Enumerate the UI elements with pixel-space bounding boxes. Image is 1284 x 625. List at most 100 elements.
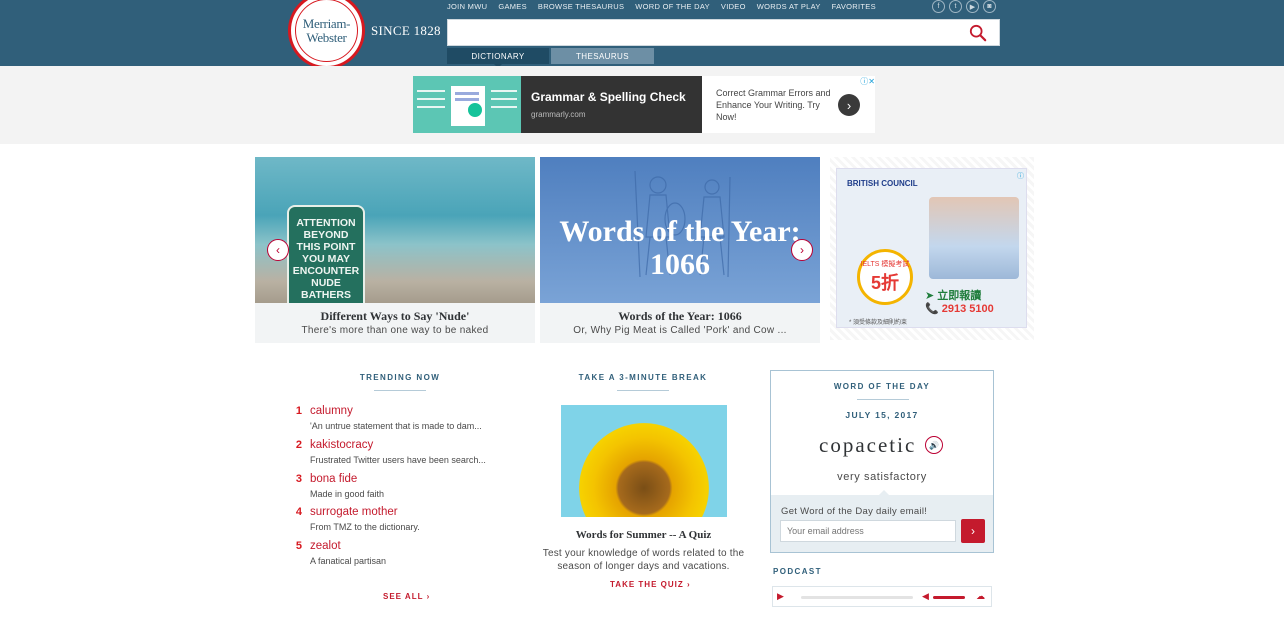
ad-arrow-button[interactable]: › bbox=[838, 94, 860, 116]
sunflower-shape bbox=[579, 423, 709, 517]
trending-desc: Frustrated Twitter users have been searc… bbox=[310, 455, 486, 465]
speaker-icon[interactable]: 🔊 bbox=[925, 436, 943, 454]
document-check-icon bbox=[417, 86, 517, 126]
badge-big-text: 5折 bbox=[870, 273, 899, 293]
terms-note: * 須受條款及細則約束 bbox=[849, 320, 908, 326]
facebook-icon[interactable]: f bbox=[932, 0, 945, 13]
word-of-the-day-card: WORD OF THE DAY JULY 15, 2017 copacetic … bbox=[770, 370, 994, 553]
search-bar bbox=[447, 19, 1000, 46]
sign-text: ATTENTION BEYOND THIS POINT YOU MAY ENCO… bbox=[292, 217, 360, 301]
quiz-title[interactable]: Words for Summer -- A Quiz bbox=[540, 529, 747, 541]
site-header: Merriam- Webster SINCE 1828 JOIN MWU GAM… bbox=[0, 0, 1284, 69]
logo-line-1: Merriam- bbox=[302, 15, 351, 31]
trending-desc: 'An untrue statement that is made to dam… bbox=[310, 421, 482, 431]
beach-image: ATTENTION BEYOND THIS POINT YOU MAY ENCO… bbox=[255, 157, 535, 303]
discount-badge: IELTS 模擬考試 5折 bbox=[857, 249, 913, 305]
heading-divider bbox=[857, 399, 909, 400]
rank-number: 3 bbox=[295, 473, 302, 485]
twitter-icon[interactable]: t bbox=[949, 0, 962, 13]
nav-word-of-the-day[interactable]: WORD OF THE DAY bbox=[635, 2, 710, 11]
email-signup: Get Word of the Day daily email! › bbox=[771, 490, 993, 552]
trending-desc: From TMZ to the dictionary. bbox=[310, 522, 420, 532]
quiz-description: Test your knowledge of words related to … bbox=[542, 548, 745, 572]
logo[interactable]: Merriam- Webster bbox=[288, 0, 365, 69]
carousel-slide-nude[interactable]: ATTENTION BEYOND THIS POINT YOU MAY ENCO… bbox=[255, 157, 535, 343]
grammarly-ad[interactable]: Grammar & Spelling Check grammarly.com C… bbox=[413, 76, 875, 133]
wotd-date: JULY 15, 2017 bbox=[845, 410, 919, 420]
carousel-next-button[interactable]: › bbox=[791, 239, 813, 261]
ad-banner-area: Grammar & Spelling Check grammarly.com C… bbox=[0, 66, 1284, 144]
see-all-link[interactable]: SEE ALL › bbox=[383, 592, 430, 601]
take-quiz-link[interactable]: TAKE THE QUIZ › bbox=[610, 580, 691, 589]
sunflower-image[interactable] bbox=[561, 405, 727, 517]
wotd-definition: very satisfactory bbox=[837, 471, 927, 483]
instagram-icon[interactable]: ◙ bbox=[983, 0, 996, 13]
trending-word[interactable]: surrogate mother bbox=[310, 506, 398, 518]
enroll-cta: ➤ 立即報讀 bbox=[925, 290, 982, 302]
play-icon[interactable]: ▶ bbox=[777, 591, 789, 603]
slide-subtitle: There's more than one way to be naked bbox=[301, 325, 489, 336]
tab-dictionary[interactable]: DICTIONARY bbox=[447, 48, 549, 68]
students-photo bbox=[929, 197, 1019, 279]
trending-heading: TRENDING NOW bbox=[359, 373, 441, 382]
warriors-image: Words of the Year: 1066 bbox=[540, 157, 820, 303]
podcast-heading: PODCAST bbox=[773, 567, 822, 576]
trending-word[interactable]: calumny bbox=[310, 405, 353, 417]
woty-overlay: Words of the Year: 1066 bbox=[559, 215, 801, 281]
attention-sign: ATTENTION BEYOND THIS POINT YOU MAY ENCO… bbox=[287, 205, 365, 303]
nav-video[interactable]: VIDEO bbox=[721, 2, 746, 11]
badge-small-text: IELTS 模擬考試 bbox=[860, 261, 910, 268]
volume-icon[interactable]: ◀ bbox=[922, 591, 929, 602]
since-tagline: SINCE 1828 bbox=[371, 23, 441, 38]
trending-desc: Made in good faith bbox=[310, 489, 385, 499]
nav-favorites[interactable]: FAVORITES bbox=[832, 2, 876, 11]
ad-title: Grammar & Spelling Check bbox=[531, 90, 686, 104]
top-nav: JOIN MWU GAMES BROWSE THESAURUS WORD OF … bbox=[447, 2, 876, 11]
ad-domain: grammarly.com bbox=[531, 110, 586, 119]
volume-slider[interactable] bbox=[933, 596, 965, 599]
ad-creative: BRITISH COUNCIL IELTS 模擬考試 5折 ➤ 立即報讀 📞 2… bbox=[836, 168, 1027, 328]
nav-games[interactable]: GAMES bbox=[498, 2, 527, 11]
youtube-icon[interactable]: ▶ bbox=[966, 0, 979, 13]
slide-subtitle: Or, Why Pig Meat is Called 'Pork' and Co… bbox=[573, 325, 787, 336]
rank-number: 1 bbox=[295, 405, 302, 417]
wotd-word[interactable]: copacetic bbox=[819, 433, 916, 458]
nav-words-at-play[interactable]: WORDS AT PLAY bbox=[757, 2, 821, 11]
email-label: Get Word of the Day daily email! bbox=[781, 506, 928, 517]
trending-desc: A fanatical partisan bbox=[310, 556, 387, 566]
trending-word[interactable]: kakistocracy bbox=[310, 439, 373, 451]
rank-number: 5 bbox=[295, 540, 302, 552]
podcast-player: ▶ ◀ ☁ bbox=[772, 586, 992, 607]
slide-title[interactable]: Different Ways to Say 'Nude' bbox=[255, 309, 535, 324]
logo-inner: Merriam- Webster bbox=[295, 0, 358, 62]
tab-thesaurus[interactable]: THESAURUS bbox=[551, 48, 654, 64]
email-submit-button[interactable]: › bbox=[961, 519, 985, 543]
heading-divider bbox=[617, 390, 669, 391]
british-council-logo: BRITISH COUNCIL bbox=[847, 179, 918, 188]
carousel-slide-woty[interactable]: Words of the Year: 1066 Words of the Yea… bbox=[540, 157, 820, 343]
nav-browse-thesaurus[interactable]: BROWSE THESAURUS bbox=[538, 2, 624, 11]
nav-join-mwu[interactable]: JOIN MWU bbox=[447, 2, 487, 11]
ad-info-icon[interactable]: ⓘ bbox=[1017, 171, 1024, 181]
search-icon[interactable] bbox=[969, 24, 987, 42]
download-icon[interactable]: ☁ bbox=[976, 591, 985, 602]
ad-close-icon[interactable]: ⓘ✕ bbox=[860, 76, 875, 87]
progress-track[interactable] bbox=[801, 596, 913, 599]
rank-number: 2 bbox=[295, 439, 302, 451]
email-field[interactable] bbox=[780, 520, 956, 542]
search-input[interactable] bbox=[452, 22, 962, 43]
ad-title-panel: Grammar & Spelling Check grammarly.com bbox=[521, 76, 702, 133]
ad-copy: Correct Grammar Errors and Enhance Your … bbox=[716, 88, 831, 122]
ad-illustration bbox=[413, 76, 521, 133]
trending-word[interactable]: bona fide bbox=[310, 473, 357, 485]
heading-divider bbox=[374, 390, 426, 391]
social-links: f t ▶ ◙ bbox=[932, 0, 996, 13]
phone-number: 📞 2913 5100 bbox=[925, 303, 994, 315]
slide-title[interactable]: Words of the Year: 1066 bbox=[540, 309, 820, 324]
logo-line-2: Webster bbox=[306, 29, 347, 45]
wotd-heading: WORD OF THE DAY bbox=[833, 382, 931, 391]
trending-word[interactable]: zealot bbox=[310, 540, 341, 552]
carousel-prev-button[interactable]: ‹ bbox=[267, 239, 289, 261]
british-council-ad[interactable]: BRITISH COUNCIL IELTS 模擬考試 5折 ➤ 立即報讀 📞 2… bbox=[830, 157, 1034, 340]
quiz-heading: TAKE A 3-MINUTE BREAK bbox=[578, 373, 708, 382]
